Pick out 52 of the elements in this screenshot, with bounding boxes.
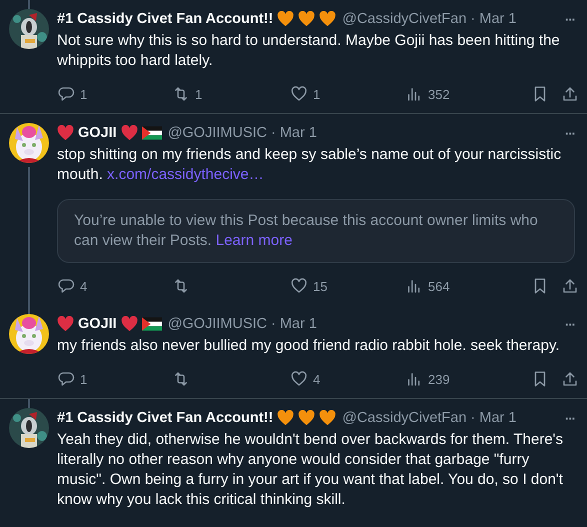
heart-icon <box>290 85 308 103</box>
share-button[interactable] <box>561 370 579 388</box>
repost-button[interactable]: 1 <box>172 85 202 103</box>
share-icon <box>561 277 579 295</box>
repost-icon <box>172 370 190 388</box>
display-name[interactable]: #1 Cassidy Civet Fan Account!! <box>57 11 274 27</box>
heart-icon <box>290 370 308 388</box>
views-button[interactable]: 352 <box>405 85 450 103</box>
like-button[interactable]: 1 <box>290 85 320 103</box>
user-handle[interactable]: @CassidyCivetFan <box>342 410 467 426</box>
user-handle[interactable]: @CassidyCivetFan <box>342 11 467 27</box>
more-button[interactable]: ··· <box>565 410 575 426</box>
user-handle[interactable]: @GOJIIMUSIC <box>168 316 267 332</box>
views-button[interactable]: 239 <box>405 370 450 388</box>
share-button[interactable] <box>561 277 579 295</box>
display-name[interactable]: GOJII <box>78 316 117 332</box>
repost-icon <box>172 85 190 103</box>
views-button[interactable]: 564 <box>405 277 450 295</box>
repost-button[interactable] <box>172 277 190 295</box>
notice-text: You’re unable to view this Post because this account owner limits who can view their Posts. Learn more <box>74 211 539 251</box>
post-date[interactable]: · Mar 1 <box>470 410 516 426</box>
learn-more-link[interactable]: Learn more <box>216 232 292 249</box>
post-text: stop shitting on my friends and keep sy sable’s name out of your narcissistic mouth. x.com/cassidythecive… <box>57 145 562 185</box>
post-text: Yeah they did, otherwise he wouldn't bend over backwards for them. There's literally no other reason why anyone would consider that garbage "furry music". Own being a furry in your art if you want that label. You do, so I don't know why you lack this critical thinking skill. <box>57 430 564 510</box>
reply-icon <box>57 85 75 103</box>
reply-button[interactable]: 4 <box>57 277 88 295</box>
more-button[interactable]: ··· <box>565 126 575 140</box>
like-button[interactable]: 4 <box>290 370 320 388</box>
post-text: my friends also never bullied my good friend radio rabbit hole. seek therapy. <box>57 336 560 356</box>
post-date[interactable]: · Mar 1 <box>470 11 516 27</box>
more-button[interactable]: ··· <box>565 12 575 26</box>
display-name[interactable]: GOJII <box>78 125 117 141</box>
post-date[interactable]: · Mar 1 <box>271 316 317 332</box>
reply-icon <box>57 370 75 388</box>
heart-icon <box>290 277 308 295</box>
like-button[interactable]: 15 <box>290 277 328 295</box>
flag-icon <box>142 317 162 331</box>
flag-icon <box>142 126 162 140</box>
repost-icon <box>172 277 190 295</box>
reply-icon <box>57 277 75 295</box>
post-text: Not sure why this is so hard to understand. Maybe Gojii has been hitting the whippits too hard lately. <box>57 31 561 71</box>
reply-button[interactable]: 1 <box>57 370 88 388</box>
more-button[interactable]: ··· <box>565 316 575 332</box>
share-icon <box>561 370 579 388</box>
display-name[interactable]: #1 Cassidy Civet Fan Account!! <box>57 410 274 426</box>
share-icon <box>561 85 579 103</box>
user-handle[interactable]: @GOJIIMUSIC <box>168 125 267 141</box>
post-date[interactable]: · Mar 1 <box>271 125 317 141</box>
repost-button[interactable] <box>172 370 190 388</box>
reply-button[interactable]: 1 <box>57 85 88 103</box>
link[interactable]: x.com/cassidythecive… <box>107 166 264 183</box>
share-button[interactable] <box>561 85 579 103</box>
